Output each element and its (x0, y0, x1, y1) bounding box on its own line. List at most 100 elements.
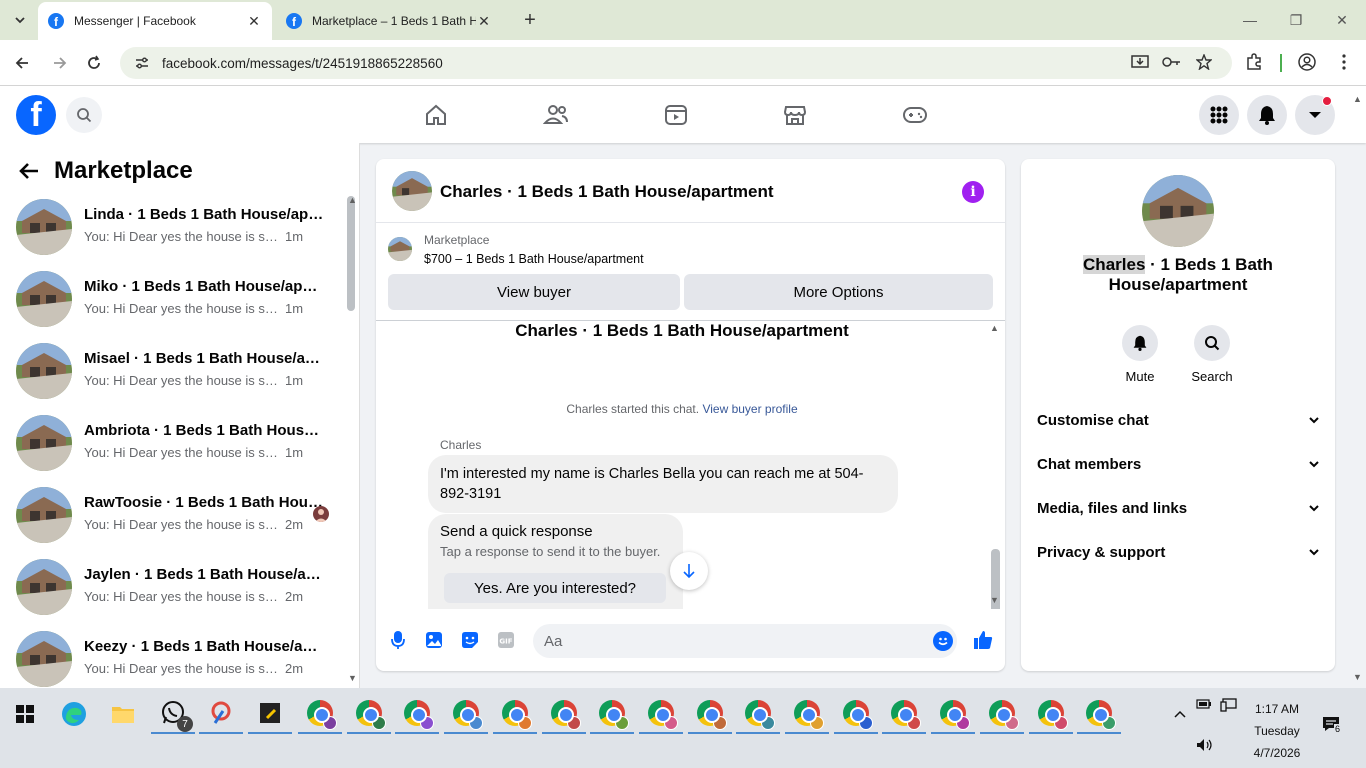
scroll-to-bottom-button[interactable] (670, 552, 708, 590)
view-buyer-profile-link[interactable]: View buyer profile (702, 402, 797, 416)
chrome-profile-taskbar-button[interactable] (444, 694, 489, 734)
reload-button[interactable] (81, 50, 107, 76)
whatsapp-taskbar-button[interactable]: 7 (151, 694, 195, 734)
network-icon[interactable] (1220, 698, 1238, 712)
contact-avatar[interactable] (1142, 175, 1214, 247)
notification-center-button[interactable]: 6 (1322, 716, 1346, 736)
notifications-button[interactable] (1247, 95, 1287, 135)
facebook-logo-icon[interactable]: f (16, 95, 56, 135)
scroll-down-arrow[interactable]: ▼ (1353, 672, 1362, 682)
show-hidden-icons-button[interactable] (1160, 694, 1200, 734)
like-button[interactable] (972, 629, 994, 651)
info-section-customise-chat[interactable]: Customise chat (1037, 408, 1319, 432)
conversation-scrollbar[interactable] (347, 196, 355, 311)
tab-search-button[interactable] (8, 8, 32, 32)
scroll-up-arrow[interactable]: ▲ (348, 195, 357, 205)
tab-marketplace[interactable]: f Marketplace – 1 Beds 1 Bath Ho ✕ (276, 2, 502, 40)
profile-icon[interactable] (1295, 50, 1319, 74)
voice-clip-button[interactable] (387, 629, 409, 651)
conversation-item[interactable]: Linda · 1 Beds 1 Bath House/apartment You… (16, 197, 336, 257)
quick-response-option-button[interactable]: Yes. Are you interested? (444, 573, 666, 603)
file-explorer-taskbar-button[interactable] (101, 694, 145, 734)
address-bar[interactable]: facebook.com/messages/t/2451918865228560 (120, 47, 1232, 79)
view-buyer-button[interactable]: View buyer (388, 274, 680, 310)
minimize-button[interactable]: — (1238, 8, 1262, 32)
sticker-button[interactable] (459, 629, 481, 651)
site-info-icon[interactable] (134, 55, 150, 71)
message-bubble[interactable]: I'm interested my name is Charles Bella … (428, 455, 898, 513)
menu-button[interactable] (1199, 95, 1239, 135)
scroll-down-arrow[interactable]: ▼ (348, 673, 357, 683)
listing-price-title[interactable]: $700 – 1 Beds 1 Bath House/apartment (424, 252, 644, 266)
info-section-media-files-and-links[interactable]: Media, files and links (1037, 496, 1319, 520)
conversation-item[interactable]: RawToosie · 1 Beds 1 Bath House/apartmen… (16, 485, 336, 545)
whatsapp-badge: 7 (177, 716, 193, 732)
extensions-icon[interactable] (1242, 50, 1266, 74)
gaming-nav-button[interactable] (899, 100, 931, 130)
info-icon[interactable]: i (962, 181, 984, 203)
restore-button[interactable]: ❐ (1284, 8, 1308, 32)
facebook-search-button[interactable] (66, 97, 102, 133)
chrome-profile-taskbar-button[interactable] (1077, 694, 1122, 734)
conversation-item[interactable]: Ambriota · 1 Beds 1 Bath House/apartment… (16, 413, 336, 473)
volume-icon[interactable] (1196, 738, 1214, 752)
close-tab-icon[interactable]: ✕ (246, 13, 262, 30)
chrome-profile-taskbar-button[interactable] (346, 694, 391, 734)
info-section-privacy-support[interactable]: Privacy & support (1037, 540, 1319, 564)
browser-toolbar: facebook.com/messages/t/2451918865228560 (0, 40, 1366, 86)
forward-button[interactable] (47, 50, 73, 76)
chrome-profile-taskbar-button[interactable] (492, 694, 537, 734)
chrome-profile-taskbar-button[interactable] (298, 694, 342, 734)
chrome-profile-taskbar-button[interactable] (785, 694, 829, 734)
bookmark-star-icon[interactable] (1192, 50, 1216, 74)
install-app-icon[interactable] (1128, 50, 1152, 74)
close-window-button[interactable]: ✕ (1330, 8, 1354, 32)
browser-menu-icon[interactable] (1332, 50, 1356, 74)
paint-taskbar-button[interactable] (199, 694, 243, 734)
chrome-profile-taskbar-button[interactable] (687, 694, 732, 734)
conversation-item[interactable]: Keezy · 1 Beds 1 Bath House/apartment You… (16, 629, 336, 688)
password-key-icon[interactable] (1160, 50, 1184, 74)
chrome-profile-taskbar-button[interactable] (1028, 694, 1073, 734)
message-input[interactable]: Aa (533, 624, 957, 658)
close-tab-icon[interactable]: ✕ (476, 13, 492, 30)
conversation-item[interactable]: Miko · 1 Beds 1 Bath House/apartment You:… (16, 269, 336, 329)
info-section-chat-members[interactable]: Chat members (1037, 452, 1319, 476)
chrome-profile-taskbar-button[interactable] (736, 694, 781, 734)
start-button[interactable] (3, 694, 47, 734)
new-tab-button[interactable]: + (518, 8, 542, 32)
chrome-profile-taskbar-button[interactable] (590, 694, 635, 734)
conversation-item[interactable]: Misael · 1 Beds 1 Bath House/apartment Yo… (16, 341, 336, 401)
conversation-preview: You: Hi Dear yes the house is still avai… (84, 373, 278, 388)
sticky-notes-taskbar-button[interactable] (248, 694, 292, 734)
chrome-profile-taskbar-button[interactable] (638, 694, 683, 734)
conversation-item[interactable]: Jaylen · 1 Beds 1 Bath House/apartment Yo… (16, 557, 336, 617)
chrome-profile-taskbar-button[interactable] (979, 694, 1024, 734)
scroll-up-arrow[interactable]: ▲ (1353, 94, 1362, 104)
scroll-up-arrow[interactable]: ▲ (990, 323, 999, 333)
chrome-profile-taskbar-button[interactable] (882, 694, 927, 734)
chrome-profile-taskbar-button[interactable] (541, 694, 586, 734)
emoji-button[interactable] (933, 631, 953, 651)
friends-nav-button[interactable] (540, 100, 572, 130)
edge-taskbar-button[interactable] (52, 694, 96, 734)
video-nav-button[interactable] (660, 100, 692, 130)
scroll-down-arrow[interactable]: ▼ (990, 595, 999, 605)
marketplace-nav-button[interactable] (779, 100, 811, 130)
chrome-profile-taskbar-button[interactable] (395, 694, 440, 734)
chrome-profile-taskbar-button[interactable] (833, 694, 878, 734)
more-options-button[interactable]: More Options (684, 274, 993, 310)
home-nav-button[interactable] (420, 100, 452, 130)
conversation-list-panel: Marketplace Linda · 1 Beds 1 Bath House/… (0, 143, 360, 688)
tab-messenger[interactable]: f Messenger | Facebook ✕ (38, 2, 272, 40)
back-button[interactable] (9, 50, 35, 76)
back-arrow-icon[interactable] (18, 162, 40, 180)
system-clock[interactable]: 1:17 AM Tuesday 4/7/2026 (1240, 698, 1314, 764)
mute-button[interactable]: Mute (1110, 325, 1170, 384)
battery-icon[interactable] (1196, 698, 1212, 710)
gif-button[interactable]: GIF (495, 629, 517, 651)
attach-photo-button[interactable] (423, 629, 445, 651)
search-in-conversation-button[interactable]: Search (1182, 325, 1242, 384)
chrome-profile-taskbar-button[interactable] (931, 694, 976, 734)
chat-avatar[interactable] (392, 171, 432, 211)
